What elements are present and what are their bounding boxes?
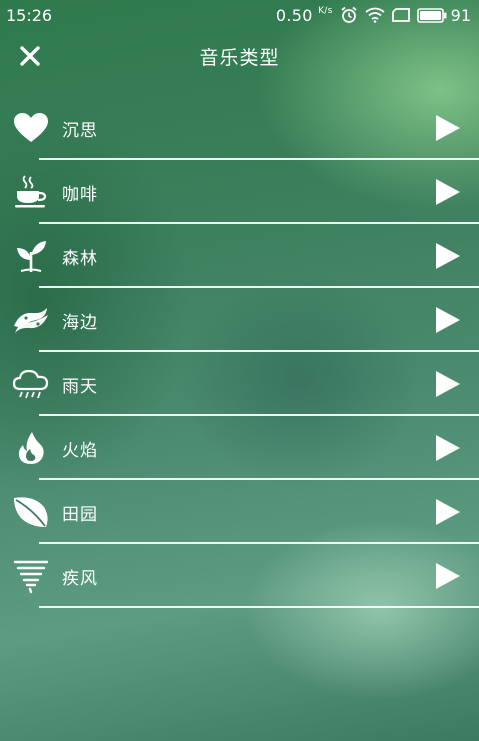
status-indicators: 0.50 K/s 91 [276, 6, 471, 25]
coffee-cup-icon [12, 173, 50, 211]
battery-indicator: 91 [416, 5, 471, 25]
play-icon[interactable] [435, 433, 461, 463]
flame-icon [12, 429, 50, 467]
category-item[interactable]: 疾风 [0, 544, 479, 608]
category-item[interactable]: 森林 [0, 224, 479, 288]
play-icon[interactable] [435, 561, 461, 591]
wifi-icon [365, 7, 385, 23]
category-item[interactable]: 火焰 [0, 416, 479, 480]
alarm-icon [340, 6, 358, 24]
category-item[interactable]: 咖啡 [0, 160, 479, 224]
close-icon [20, 46, 40, 66]
category-item[interactable]: 田园 [0, 480, 479, 544]
category-item[interactable]: 沉思 [0, 96, 479, 160]
play-icon[interactable] [435, 241, 461, 271]
page-title: 音乐类型 [199, 46, 280, 69]
category-label: 雨天 [62, 376, 98, 397]
status-time: 15:26 [6, 5, 53, 25]
heart-icon [12, 109, 50, 147]
title-bar: 音乐类型 [0, 30, 479, 82]
divider [39, 606, 479, 608]
play-icon[interactable] [435, 369, 461, 399]
category-label: 田园 [62, 504, 98, 525]
category-label: 森林 [62, 248, 98, 269]
category-label: 咖啡 [62, 184, 98, 205]
category-label: 沉思 [62, 120, 98, 141]
category-item[interactable]: 海边 [0, 288, 479, 352]
leaf-icon [12, 493, 50, 531]
battery-icon [416, 7, 447, 23]
play-icon[interactable] [435, 497, 461, 527]
wave-icon [12, 301, 50, 339]
status-bar: 15:26 0.50 K/s 91 [0, 0, 479, 30]
play-icon[interactable] [435, 177, 461, 207]
sprout-icon [12, 237, 50, 275]
rain-cloud-icon [12, 365, 50, 403]
category-item[interactable]: 雨天 [0, 352, 479, 416]
network-speed: 0.50 K/s [275, 5, 333, 25]
category-label: 火焰 [62, 440, 98, 461]
music-category-list: 沉思 咖啡 森林 海边 雨天 火焰 田园 疾风 [0, 96, 479, 608]
close-button[interactable] [14, 41, 46, 71]
tornado-icon [12, 557, 50, 595]
play-icon[interactable] [435, 305, 461, 335]
category-label: 疾风 [62, 568, 98, 589]
category-label: 海边 [62, 312, 98, 333]
play-icon[interactable] [435, 113, 461, 143]
battery-level: 91 [450, 5, 471, 25]
window-icon [391, 8, 410, 22]
